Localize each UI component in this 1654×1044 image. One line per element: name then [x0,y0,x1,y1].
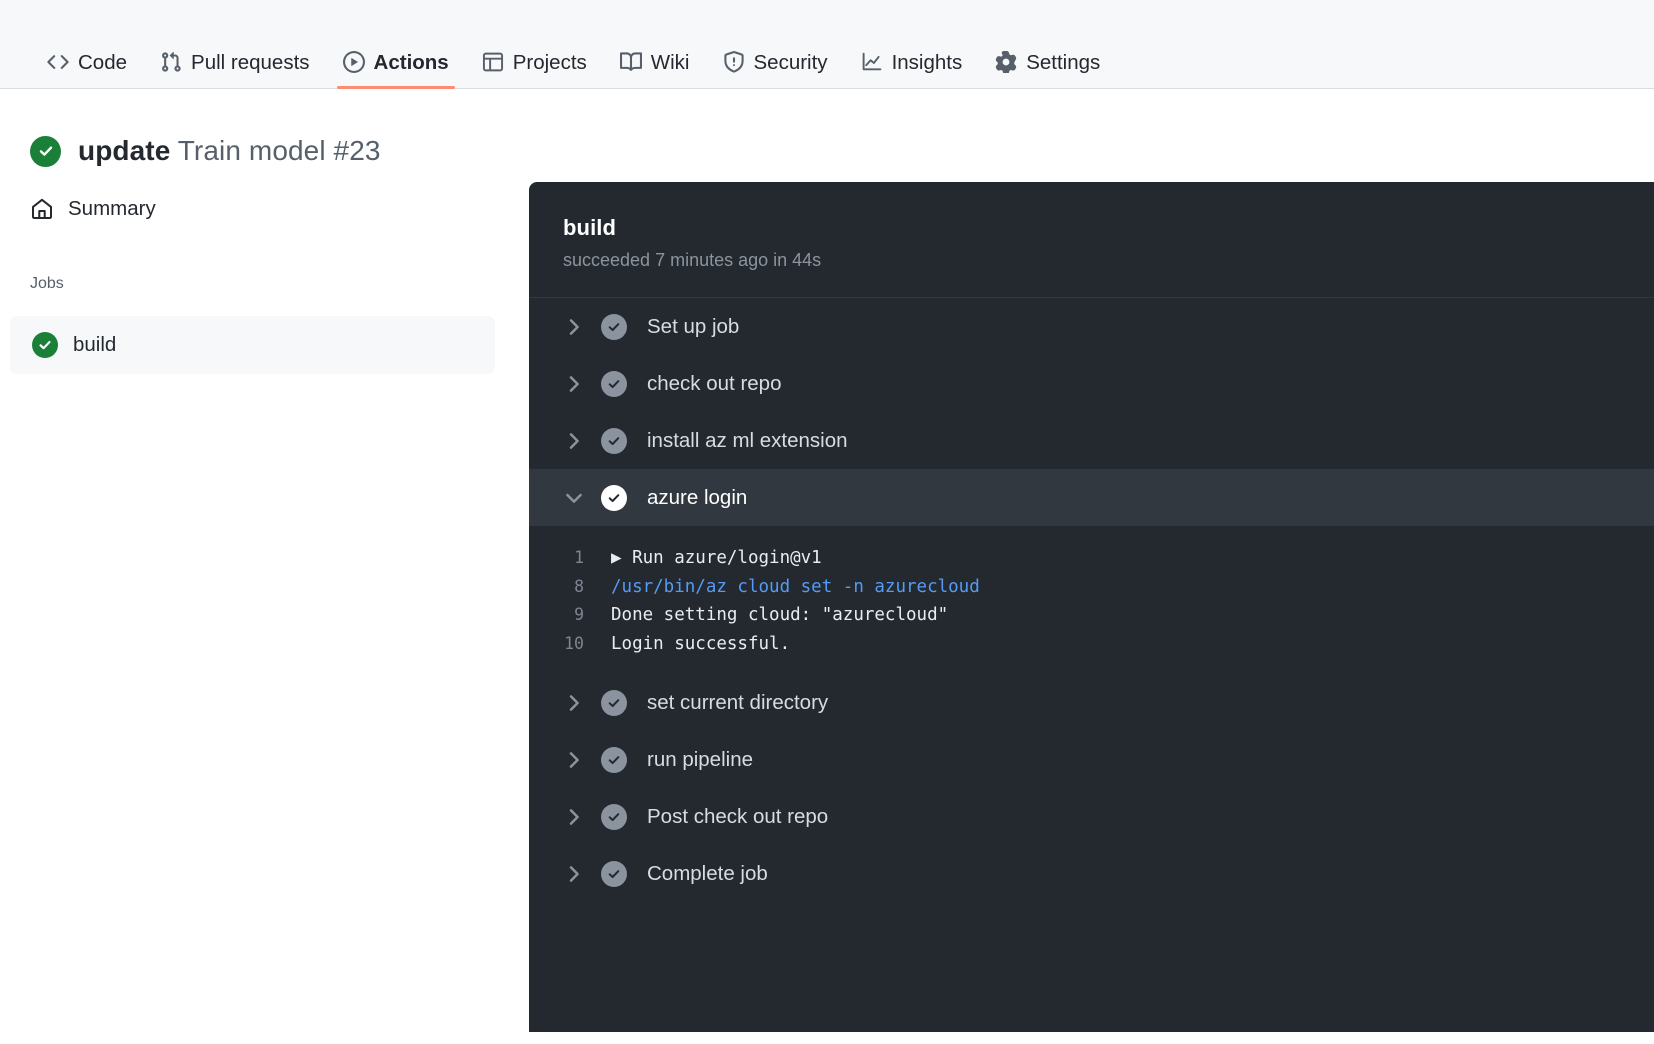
step-row-complete-job[interactable]: Complete job [529,845,1654,902]
step-row-run-pipeline[interactable]: run pipeline [529,731,1654,788]
gear-icon [995,51,1017,73]
nav-tab-security[interactable]: Security [712,36,839,88]
job-name: build [73,333,116,357]
step-label: azure login [647,486,747,510]
log-line-text: Done setting cloud: "azurecloud" [611,601,948,630]
nav-tab-insights[interactable]: Insights [850,36,974,88]
chevron-right-icon [563,430,585,452]
job-log-header: build succeeded 7 minutes ago in 44s [529,182,1654,297]
step-row-install-az-ml-extension[interactable]: install az ml extension [529,412,1654,469]
nav-tab-settings[interactable]: Settings [984,36,1111,88]
nav-tab-wiki[interactable]: Wiki [609,36,701,88]
book-icon [620,51,642,73]
nav-tab-label: Actions [374,53,449,74]
play-circle-icon [343,51,365,73]
log-line-number: 9 [529,601,611,630]
check-circle-icon [32,332,58,358]
run-branch-name: update [78,135,170,166]
chevron-right-icon [563,373,585,395]
run-sidebar: Summary Jobs build [0,181,529,374]
step-label: set current directory [647,691,828,715]
shield-icon [723,51,745,73]
run-workflow-name: Train model #23 [178,135,381,166]
check-circle-icon [601,371,627,397]
job-log-status: succeeded 7 minutes ago in 44s [563,250,1654,271]
run-body: Summary Jobs build build succeeded 7 min… [0,181,1654,1032]
job-log-title: build [563,215,1654,241]
sidebar-item-label: Summary [68,197,156,221]
job-log-panel: build succeeded 7 minutes ago in 44s Set… [529,182,1654,1032]
chevron-right-icon [563,863,585,885]
sidebar-item-job-build[interactable]: build [10,316,495,374]
chevron-right-icon [563,316,585,338]
log-line-number: 10 [529,630,611,659]
table-icon [482,51,504,73]
check-circle-icon [601,747,627,773]
code-icon [47,51,69,73]
step-row-check-out-repo[interactable]: check out repo [529,355,1654,412]
nav-tab-label: Security [754,53,828,74]
log-line-number: 1 [529,544,611,573]
log-line: 10 Login successful. [529,630,1654,659]
log-line-text: /usr/bin/az cloud set -n azurecloud [611,573,980,602]
repo-nav: Code Pull requests Actions Projects Wiki… [0,0,1654,89]
check-circle-icon [601,428,627,454]
run-header: update Train model #23 [0,89,1654,181]
home-icon [30,197,54,221]
check-circle-icon [601,690,627,716]
step-label: Complete job [647,862,768,886]
nav-tab-label: Insights [892,53,963,74]
jobs-heading: Jobs [0,231,529,293]
step-label: check out repo [647,372,781,396]
graph-icon [861,51,883,73]
log-line-number: 8 [529,573,611,602]
chevron-down-icon [563,487,585,509]
check-circle-icon [601,804,627,830]
step-label: Set up job [647,315,739,339]
step-row-azure-login[interactable]: azure login [529,469,1654,526]
chevron-right-icon [563,749,585,771]
chevron-right-icon [563,806,585,828]
log-line: 1 ▶ Run azure/login@v1 [529,544,1654,573]
nav-tab-actions[interactable]: Actions [332,36,460,88]
sidebar-item-summary[interactable]: Summary [0,187,529,231]
step-log-output[interactable]: 1 ▶ Run azure/login@v1 8 /usr/bin/az clo… [529,526,1654,674]
log-line-text: Login successful. [611,630,790,659]
step-row-set-current-directory[interactable]: set current directory [529,674,1654,731]
step-row-post-check-out-repo[interactable]: Post check out repo [529,788,1654,845]
nav-tab-pull-requests[interactable]: Pull requests [149,36,321,88]
git-pull-request-icon [160,51,182,73]
chevron-right-icon [563,692,585,714]
nav-tab-projects[interactable]: Projects [471,36,598,88]
nav-tab-label: Settings [1026,53,1100,74]
log-line: 9 Done setting cloud: "azurecloud" [529,601,1654,630]
log-line: 8 /usr/bin/az cloud set -n azurecloud [529,573,1654,602]
check-circle-icon [601,485,627,511]
step-label: Post check out repo [647,805,828,829]
check-circle-icon [30,136,61,167]
check-circle-icon [601,861,627,887]
step-label: run pipeline [647,748,753,772]
nav-tab-label: Projects [513,53,587,74]
page-title: update Train model #23 [78,135,381,167]
nav-tab-label: Pull requests [191,53,310,74]
nav-tab-label: Wiki [651,53,690,74]
nav-tab-code[interactable]: Code [36,36,138,88]
step-row-set-up-job[interactable]: Set up job [529,298,1654,355]
nav-tab-label: Code [78,53,127,74]
step-label: install az ml extension [647,429,848,453]
check-circle-icon [601,314,627,340]
log-line-text: ▶ Run azure/login@v1 [611,544,822,573]
